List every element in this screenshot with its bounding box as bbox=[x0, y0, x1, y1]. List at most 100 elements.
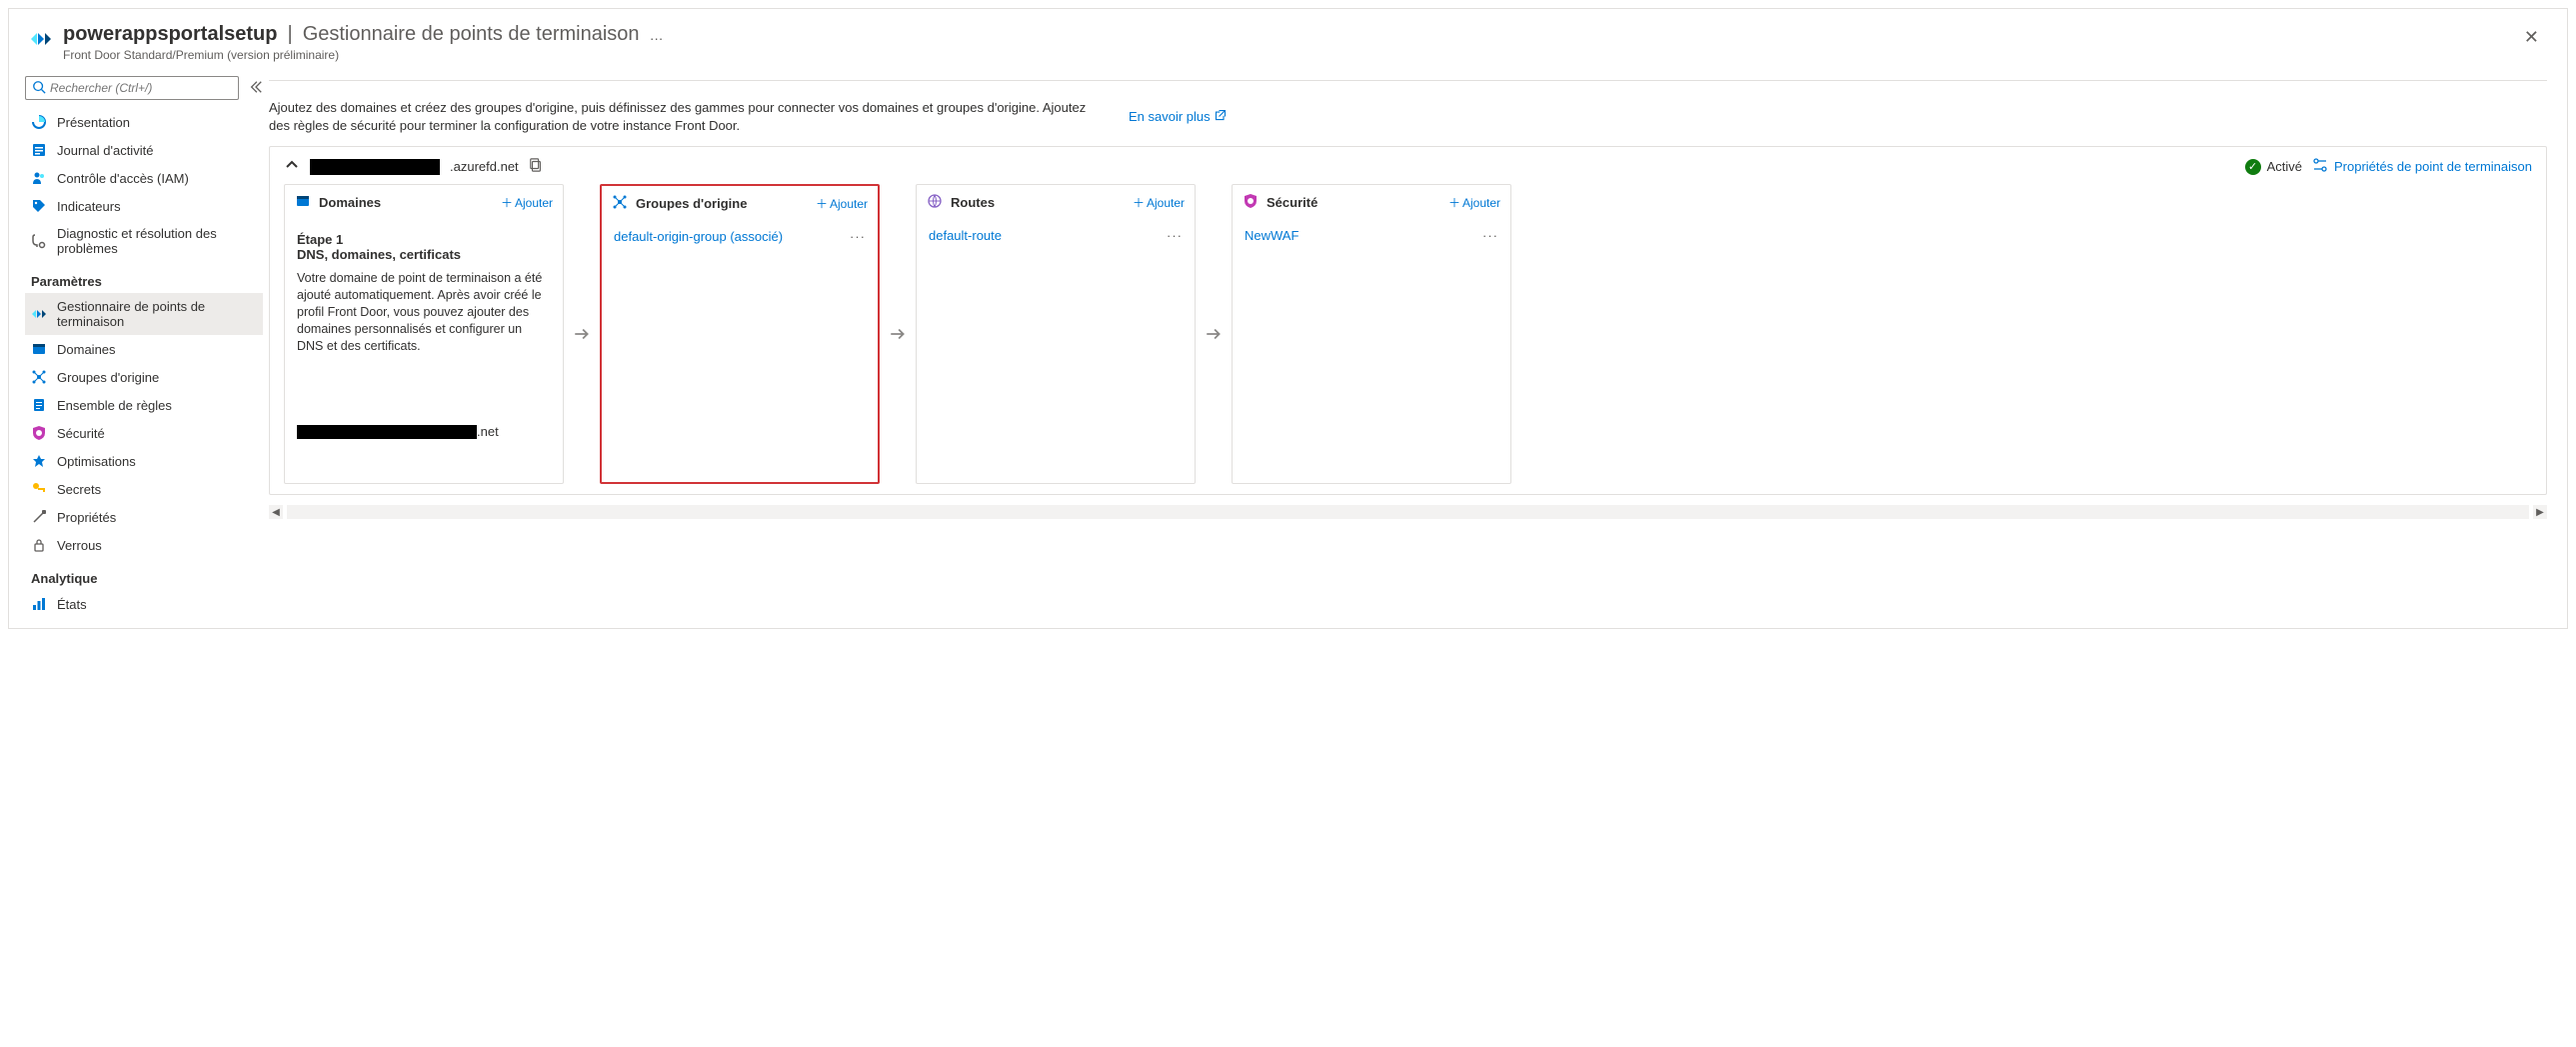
sidebar-group-settings: Paramètres bbox=[25, 262, 263, 293]
endpoint-hostname-suffix: .azurefd.net bbox=[450, 159, 519, 174]
endpoint-properties-label: Propriétés de point de terminaison bbox=[2334, 159, 2532, 174]
sidebar-item-endpoint-manager[interactable]: Gestionnaire de points de terminaison bbox=[25, 293, 263, 335]
sidebar-item-secrets[interactable]: Secrets bbox=[25, 475, 263, 503]
sidebar-item-iam[interactable]: Contrôle d'accès (IAM) bbox=[25, 164, 263, 192]
sidebar-item-tags[interactable]: Indicateurs bbox=[25, 192, 263, 220]
sidebar-item-label: Présentation bbox=[57, 115, 130, 130]
sidebar-item-activity-log[interactable]: Journal d'activité bbox=[25, 136, 263, 164]
lock-icon bbox=[31, 537, 47, 553]
sidebar-item-diagnose[interactable]: Diagnostic et résolution des problèmes bbox=[25, 220, 263, 262]
step-title: DNS, domaines, certificats bbox=[297, 247, 551, 262]
copy-hostname-button[interactable] bbox=[529, 158, 543, 175]
scroll-track[interactable] bbox=[287, 505, 2529, 519]
add-label: Ajouter bbox=[515, 196, 553, 210]
sidebar-item-security[interactable]: Sécurité bbox=[25, 419, 263, 447]
collapse-sidebar-button[interactable] bbox=[249, 80, 263, 97]
reports-icon bbox=[31, 596, 47, 612]
add-security-button[interactable]: ＋ Ajouter bbox=[1448, 194, 1500, 211]
status-label: Activé bbox=[2267, 159, 2302, 174]
sidebar-group-analytique: Analytique bbox=[25, 559, 263, 590]
frontdoor-small-icon bbox=[31, 306, 47, 322]
route-item[interactable]: default-route ··· bbox=[929, 224, 1183, 247]
step-description: Votre domaine de point de terminaison a … bbox=[297, 270, 551, 354]
status-ok-icon: ✓ bbox=[2245, 159, 2261, 175]
sidebar-item-reports[interactable]: États bbox=[25, 590, 263, 618]
item-more-button[interactable]: ··· bbox=[850, 229, 866, 244]
page-header: powerappsportalsetup | Gestionnaire de p… bbox=[9, 9, 2567, 70]
sidebar-item-label: Verrous bbox=[57, 538, 102, 553]
collapse-endpoint-button[interactable] bbox=[284, 157, 300, 176]
sidebar-item-label: Propriétés bbox=[57, 510, 116, 525]
domains-icon bbox=[31, 341, 47, 357]
page-root: powerappsportalsetup | Gestionnaire de p… bbox=[8, 8, 2568, 629]
properties-icon bbox=[31, 509, 47, 525]
intro-text: Ajoutez des domaines et créez des groupe… bbox=[269, 99, 1089, 134]
resource-type-label: Front Door Standard/Premium (version pré… bbox=[63, 48, 2516, 62]
sidebar-search[interactable] bbox=[25, 76, 239, 100]
card-title: Groupes d'origine bbox=[636, 196, 808, 211]
card-title: Domaines bbox=[319, 195, 493, 210]
card-title: Routes bbox=[951, 195, 1125, 210]
sidebar-item-label: Journal d'activité bbox=[57, 143, 153, 158]
plus-icon: ＋ bbox=[1448, 194, 1460, 211]
iam-icon bbox=[31, 170, 47, 186]
card-security: Sécurité ＋ Ajouter NewWAF ··· bbox=[1232, 184, 1511, 484]
close-button[interactable]: ✕ bbox=[2516, 23, 2547, 52]
item-more-button[interactable]: ··· bbox=[1482, 228, 1498, 243]
rules-icon bbox=[31, 397, 47, 413]
sidebar-item-domains[interactable]: Domaines bbox=[25, 335, 263, 363]
redacted-hostname bbox=[310, 159, 440, 175]
card-domains: Domaines ＋ Ajouter Étape 1 DNS, domaines… bbox=[284, 184, 564, 484]
learn-more-link[interactable]: En savoir plus bbox=[1129, 99, 1227, 134]
sidebar-item-properties[interactable]: Propriétés bbox=[25, 503, 263, 531]
sidebar-item-label: Ensemble de règles bbox=[57, 398, 172, 413]
scroll-right-button[interactable]: ▶ bbox=[2533, 505, 2547, 519]
title-separator: | bbox=[287, 23, 292, 46]
sidebar-item-rule-set[interactable]: Ensemble de règles bbox=[25, 391, 263, 419]
overview-icon bbox=[31, 114, 47, 130]
card-title: Sécurité bbox=[1267, 195, 1440, 210]
sidebar-item-overview[interactable]: Présentation bbox=[25, 108, 263, 136]
security-item[interactable]: NewWAF ··· bbox=[1245, 224, 1498, 247]
sidebar-item-label: États bbox=[57, 597, 87, 612]
sidebar-item-origin-groups[interactable]: Groupes d'origine bbox=[25, 363, 263, 391]
settings-icon bbox=[2312, 157, 2328, 176]
page-title: Gestionnaire de points de terminaison bbox=[303, 23, 640, 46]
card-routes: Routes ＋ Ajouter default-route ··· bbox=[916, 184, 1196, 484]
origin-group-name: default-origin-group (associé) bbox=[614, 229, 783, 244]
add-route-button[interactable]: ＋ Ajouter bbox=[1133, 194, 1185, 211]
plus-icon: ＋ bbox=[816, 195, 828, 212]
security-name: NewWAF bbox=[1245, 228, 1298, 243]
flow-arrow-icon bbox=[888, 184, 908, 484]
horizontal-scrollbar[interactable]: ◀ ▶ bbox=[269, 505, 2547, 519]
flow-arrow-icon bbox=[1204, 184, 1224, 484]
sidebar-item-label: Indicateurs bbox=[57, 199, 121, 214]
sidebar-item-label: Gestionnaire de points de terminaison bbox=[57, 299, 257, 329]
sidebar-item-label: Groupes d'origine bbox=[57, 370, 159, 385]
shield-card-icon bbox=[1243, 193, 1259, 212]
optimizations-icon bbox=[31, 453, 47, 469]
key-icon bbox=[31, 481, 47, 497]
sidebar-item-label: Sécurité bbox=[57, 426, 105, 441]
endpoint-properties-link[interactable]: Propriétés de point de terminaison bbox=[2312, 157, 2532, 176]
origin-groups-card-icon bbox=[612, 194, 628, 213]
origin-group-item[interactable]: default-origin-group (associé) ··· bbox=[614, 225, 866, 248]
sidebar-item-label: Optimisations bbox=[57, 454, 136, 469]
sidebar-item-locks[interactable]: Verrous bbox=[25, 531, 263, 559]
item-more-button[interactable]: ··· bbox=[1167, 228, 1183, 243]
add-domain-button[interactable]: ＋ Ajouter bbox=[501, 194, 553, 211]
header-more-button[interactable]: … bbox=[650, 27, 665, 43]
sidebar: Présentation Journal d'activité Contrôle… bbox=[9, 70, 269, 628]
add-origin-group-button[interactable]: ＋ Ajouter bbox=[816, 195, 868, 212]
learn-more-label: En savoir plus bbox=[1129, 109, 1211, 124]
origin-groups-icon bbox=[31, 369, 47, 385]
domain-suffix: .net bbox=[477, 424, 499, 439]
plus-icon: ＋ bbox=[501, 194, 513, 211]
scroll-left-button[interactable]: ◀ bbox=[269, 505, 283, 519]
endpoint-panel: .azurefd.net ✓ Activé Propriétés de poin… bbox=[269, 146, 2547, 495]
sidebar-item-optimizations[interactable]: Optimisations bbox=[25, 447, 263, 475]
frontdoor-icon bbox=[29, 27, 53, 51]
search-input[interactable] bbox=[50, 81, 232, 95]
domains-card-icon bbox=[295, 193, 311, 212]
route-name: default-route bbox=[929, 228, 1002, 243]
